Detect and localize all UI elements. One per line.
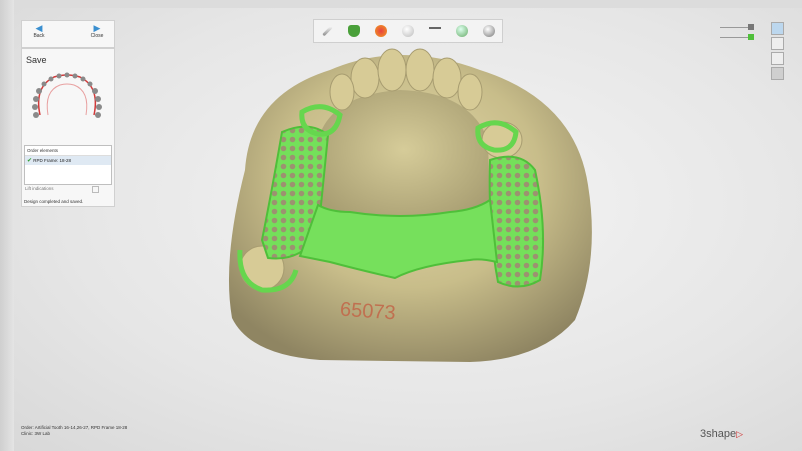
sphere-icon	[402, 25, 414, 37]
right-retention-mesh	[488, 155, 545, 288]
arrow-right-icon: ▶	[93, 23, 101, 33]
screenshot-button[interactable]	[771, 52, 784, 65]
settings-button[interactable]	[771, 67, 784, 80]
opacity-slider-top[interactable]	[720, 24, 754, 30]
fullscreen-button[interactable]	[771, 37, 784, 50]
tooth-chart[interactable]	[24, 67, 110, 121]
clasp-tool-button[interactable]	[421, 20, 448, 42]
order-info: Order: Artificial Tooth 16-14,26-27, RPD…	[21, 425, 127, 437]
pick-tool-button[interactable]	[341, 20, 368, 42]
brush-tool-button[interactable]	[314, 20, 341, 42]
lift-indications-label: Lift indications	[25, 186, 54, 191]
3d-model-view[interactable]: 65073	[0, 0, 802, 451]
paint-icon	[375, 25, 388, 37]
view-options-button[interactable]	[771, 22, 784, 35]
globe-icon	[455, 25, 468, 37]
sphere-alt-icon	[482, 25, 495, 37]
status-text: Design completed and saved.	[24, 199, 84, 204]
paint-tool-button[interactable]	[368, 20, 395, 42]
lift-indications-checkbox[interactable]	[92, 186, 99, 193]
model-engraving: 65073	[339, 299, 396, 325]
clinic-line: Clinic: 3W Lab	[21, 431, 51, 436]
panel-title: Save	[26, 55, 47, 65]
brush-icon	[322, 25, 333, 37]
globe-tool-button[interactable]	[448, 20, 475, 42]
navigation-bar: ◀ Back ▶ Close	[21, 20, 115, 48]
pick-icon	[348, 25, 361, 37]
sphere-alt-tool-button[interactable]	[475, 20, 502, 42]
save-panel: Save Order elements ✔ RPD Frame: 18-28 L…	[21, 48, 115, 207]
framework-layer-icon	[748, 34, 754, 40]
arrow-left-icon: ◀	[35, 23, 43, 33]
order-elements-list: Order elements ✔ RPD Frame: 18-28	[24, 145, 112, 185]
clasp-icon	[428, 27, 441, 35]
logo-triangle-icon: ▷	[736, 429, 744, 439]
close-button[interactable]: ▶ Close	[82, 23, 112, 39]
brand-logo: 3shape▷	[700, 428, 744, 440]
view-toolbar	[313, 19, 503, 43]
order-elements-header: Order elements	[25, 146, 111, 156]
opacity-slider-bottom[interactable]	[720, 34, 754, 40]
back-button[interactable]: ◀ Back	[24, 23, 54, 39]
model-layer-icon	[748, 24, 754, 30]
sphere-tool-button[interactable]	[395, 20, 422, 42]
checkmark-icon: ✔	[27, 158, 33, 164]
order-item[interactable]: ✔ RPD Frame: 18-28	[25, 156, 111, 165]
